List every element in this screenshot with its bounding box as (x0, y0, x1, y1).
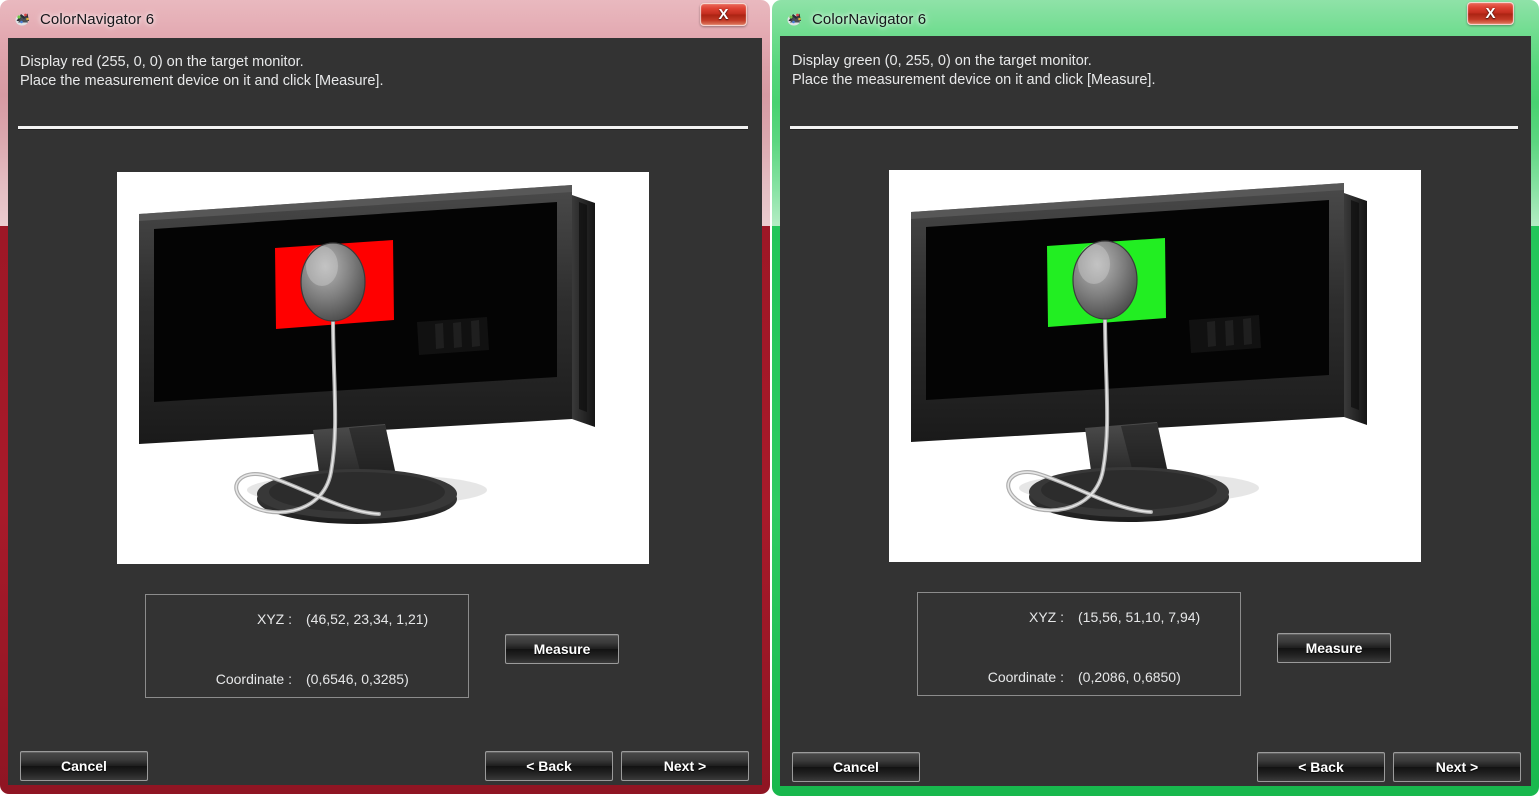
measurement-readout-box-red: XYZ : (46,52, 23,34, 1,21) Coordinate : … (145, 594, 469, 698)
coordinate-row-green: Coordinate : (0,2086, 0,6850) (918, 669, 1242, 685)
close-icon: X (1485, 5, 1496, 22)
monitor-illustration-panel-red (117, 172, 649, 564)
colornavigator-app-icon (786, 10, 804, 28)
monitor-illustration-green (911, 183, 1367, 522)
header-divider-red (18, 126, 748, 129)
coordinate-value-green: (0,2086, 0,6850) (1078, 669, 1181, 685)
back-button-red[interactable]: < Back (485, 751, 613, 781)
cancel-button-green[interactable]: Cancel (792, 752, 920, 782)
red-measurement-window[interactable]: ColorNavigator 6 X Display red (255, 0, … (0, 0, 770, 794)
next-button-label-red: Next > (663, 758, 707, 774)
cancel-button-red[interactable]: Cancel (20, 751, 148, 781)
titlebar-green[interactable]: ColorNavigator 6 (772, 0, 1539, 38)
header-divider-green (790, 126, 1518, 129)
instruction-line-1-green: Display green (0, 255, 0) on the target … (792, 53, 1092, 69)
instruction-line-2-red: Place the measurement device on it and c… (20, 73, 384, 89)
client-area-green: Display green (0, 255, 0) on the target … (780, 36, 1531, 786)
xyz-row-red: XYZ : (46,52, 23,34, 1,21) (146, 611, 470, 627)
desktop-background: ColorNavigator 6 X Display red (255, 0, … (0, 0, 1539, 800)
xyz-value-red: (46,52, 23,34, 1,21) (306, 611, 429, 627)
measure-button-label-green: Measure (1305, 640, 1363, 656)
next-button-red[interactable]: Next > (621, 751, 749, 781)
back-button-green[interactable]: < Back (1257, 752, 1385, 782)
titlebar-red[interactable]: ColorNavigator 6 (0, 0, 770, 38)
coordinate-value-red: (0,6546, 0,3285) (306, 671, 409, 687)
xyz-label-green: XYZ : (1028, 609, 1064, 625)
next-button-label-green: Next > (1435, 759, 1479, 775)
measure-button-green[interactable]: Measure (1277, 633, 1391, 663)
monitor-illustration-panel-green (889, 170, 1421, 562)
close-button-red[interactable]: X (700, 3, 747, 26)
xyz-label-red: XYZ : (256, 611, 292, 627)
client-area-red: Display red (255, 0, 0) on the target mo… (8, 38, 762, 785)
measure-button-label-red: Measure (533, 641, 591, 657)
cancel-button-label-green: Cancel (833, 759, 879, 775)
cancel-button-label-red: Cancel (61, 758, 107, 774)
colornavigator-app-icon (14, 10, 32, 28)
back-button-label-green: < Back (1298, 759, 1344, 775)
back-button-label-red: < Back (526, 758, 572, 774)
measure-button-red[interactable]: Measure (505, 634, 619, 664)
monitor-illustration-red (139, 185, 595, 524)
coordinate-label-green: Coordinate : (987, 669, 1064, 685)
instruction-line-1-red: Display red (255, 0, 0) on the target mo… (20, 54, 304, 70)
window-title-red: ColorNavigator 6 (40, 10, 155, 28)
close-button-green[interactable]: X (1467, 2, 1514, 25)
next-button-green[interactable]: Next > (1393, 752, 1521, 782)
green-measurement-window[interactable]: ColorNavigator 6 X Display green (0, 255… (772, 0, 1539, 796)
xyz-value-green: (15,56, 51,10, 7,94) (1078, 609, 1201, 625)
instruction-line-2-green: Place the measurement device on it and c… (792, 72, 1156, 88)
window-title-green: ColorNavigator 6 (812, 10, 927, 28)
coordinate-label-red: Coordinate : (215, 671, 292, 687)
measurement-readout-box-green: XYZ : (15,56, 51,10, 7,94) Coordinate : … (917, 592, 1241, 696)
xyz-row-green: XYZ : (15,56, 51,10, 7,94) (918, 609, 1242, 625)
coordinate-row-red: Coordinate : (0,6546, 0,3285) (146, 671, 470, 687)
close-icon: X (718, 6, 729, 23)
